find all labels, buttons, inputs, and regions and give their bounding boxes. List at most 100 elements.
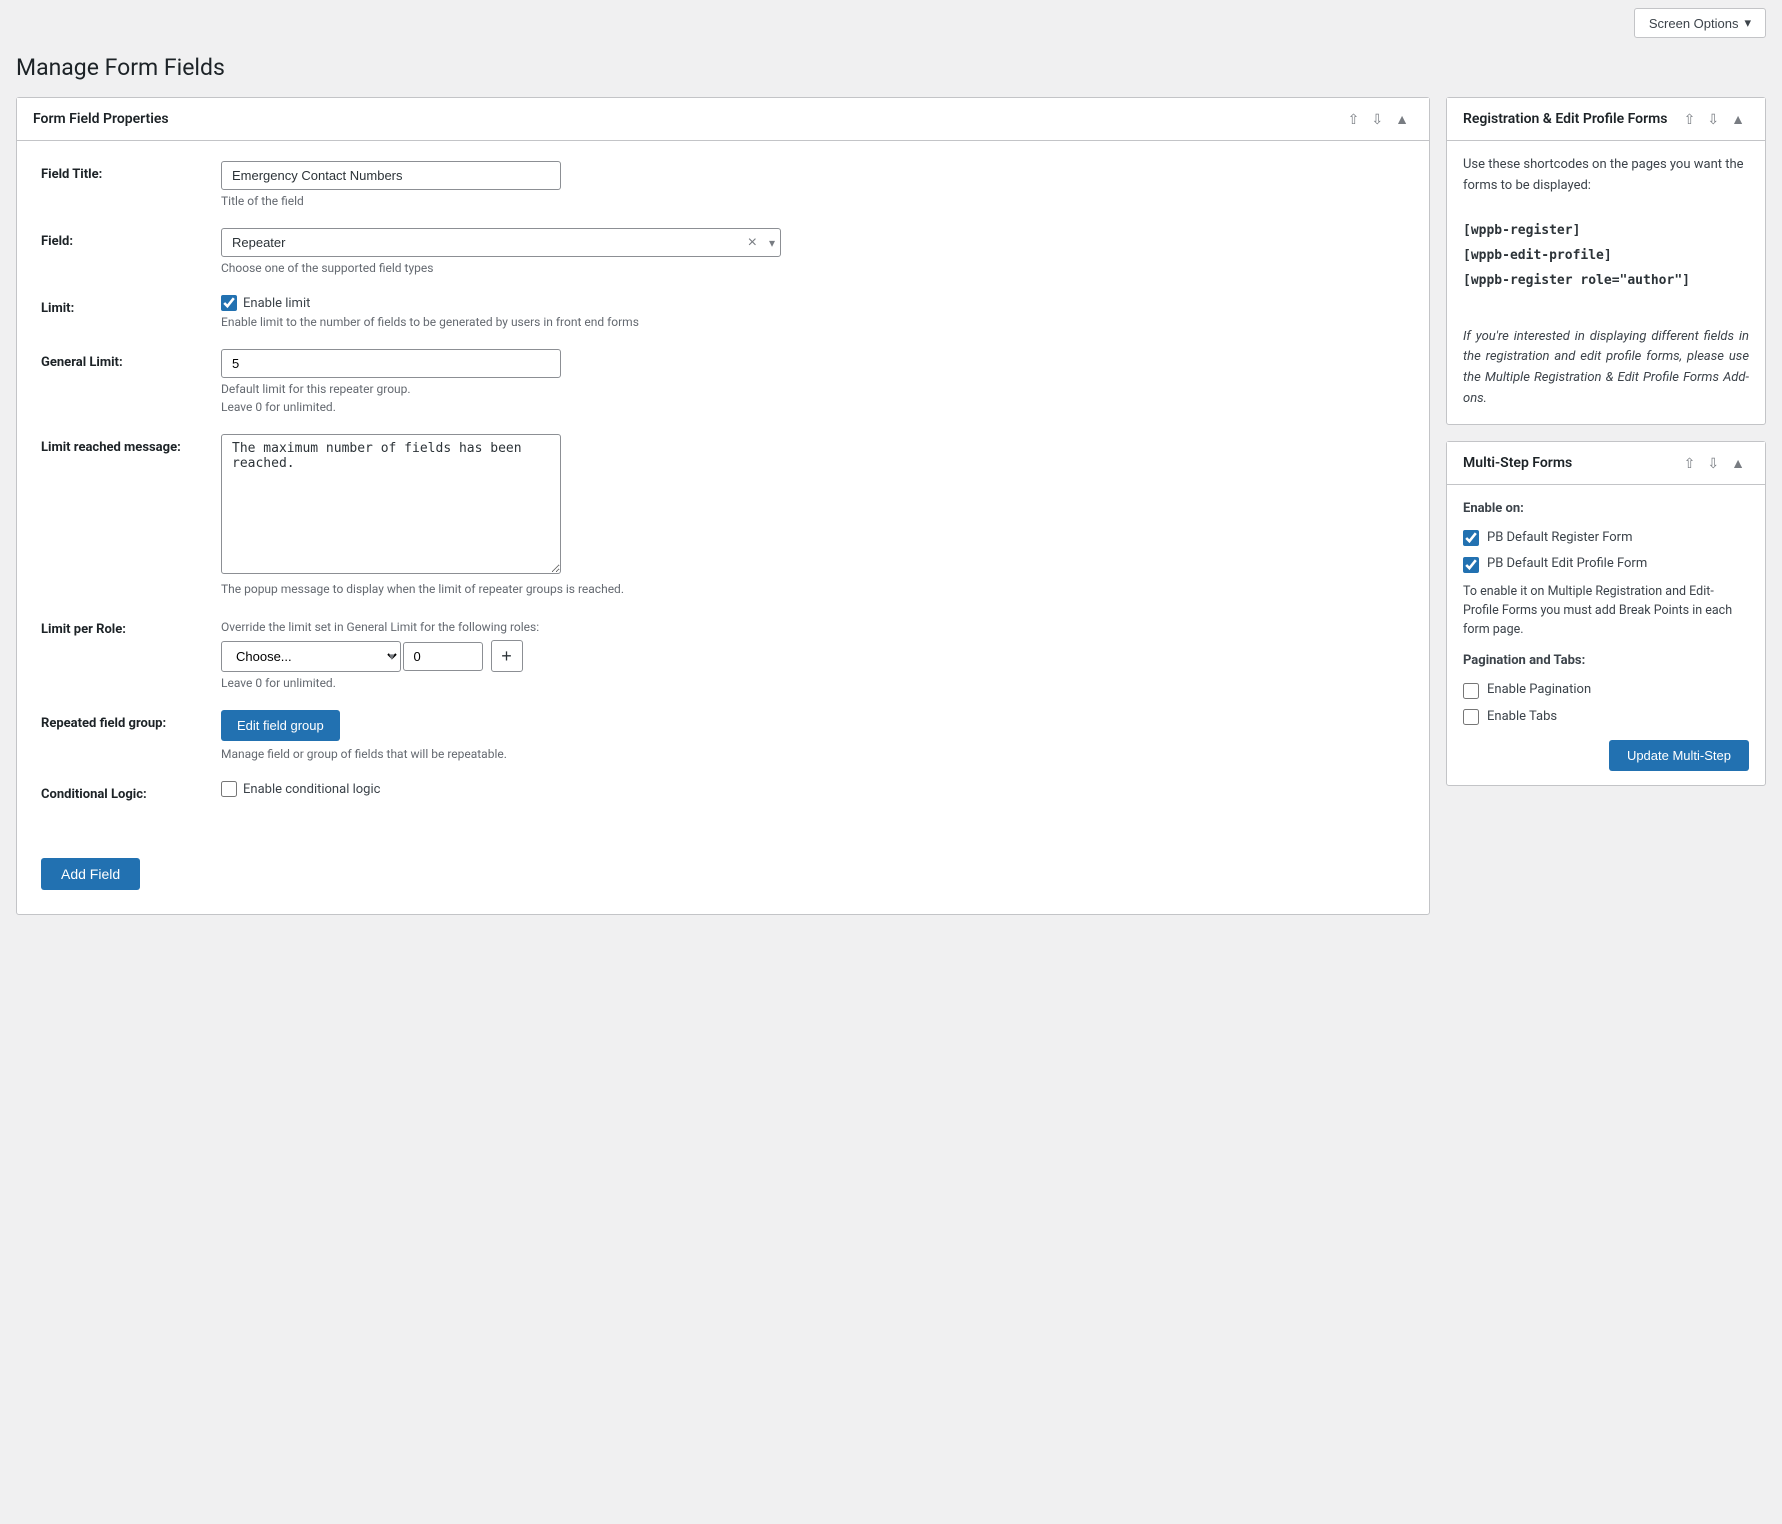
limit-per-role-inputs: Choose... ▾ + [221, 640, 1405, 672]
limit-per-role-field: Override the limit set in General Limit … [221, 616, 1405, 690]
multi-step-header: Multi-Step Forms ⇧ ⇩ ▲ [1447, 442, 1765, 485]
top-bar: Screen Options ▾ [0, 0, 1782, 46]
reg-edit-header: Registration & Edit Profile Forms ⇧ ⇩ ▲ [1447, 98, 1765, 141]
left-panel-title: Form Field Properties [33, 111, 169, 127]
limit-field: Enable limit Enable limit to the number … [221, 295, 1405, 329]
field-select-hint: Choose one of the supported field types [221, 261, 1405, 275]
field-select[interactable]: Repeater [221, 228, 781, 257]
left-panel-down-btn[interactable]: ⇩ [1367, 110, 1387, 128]
add-field-row: Add Field [17, 842, 1429, 914]
limit-per-role-row: Limit per Role: Override the limit set i… [41, 616, 1405, 690]
limit-row: Limit: Enable limit Enable limit to the … [41, 295, 1405, 329]
conditional-logic-checkbox-row: Enable conditional logic [221, 781, 1405, 797]
pb-edit-profile-label: PB Default Edit Profile Form [1487, 554, 1647, 575]
limit-per-role-label: Limit per Role: [41, 616, 221, 637]
field-select-clear[interactable]: × [748, 234, 757, 252]
conditional-logic-row: Conditional Logic: Enable conditional lo… [41, 781, 1405, 802]
reg-edit-collapse-btn[interactable]: ▲ [1727, 110, 1749, 128]
add-field-button[interactable]: Add Field [41, 858, 140, 890]
conditional-logic-checkbox[interactable] [221, 781, 237, 797]
field-title-hint: Title of the field [221, 194, 1405, 208]
repeated-field-group-hint: Manage field or group of fields that wil… [221, 747, 1405, 761]
reg-edit-up-btn[interactable]: ⇧ [1680, 110, 1700, 128]
enable-pagination-row: Enable Pagination [1463, 680, 1749, 701]
screen-options-arrow: ▾ [1744, 15, 1751, 31]
enable-on-label: Enable on: [1463, 499, 1749, 520]
limit-message-hint: The popup message to display when the li… [221, 582, 1405, 596]
page-title: Manage Form Fields [0, 46, 1782, 97]
pb-edit-profile-checkbox[interactable] [1463, 557, 1479, 573]
limit-checkbox[interactable] [221, 295, 237, 311]
multi-step-body: Enable on: PB Default Register Form PB D… [1447, 485, 1765, 785]
general-limit-input[interactable] [221, 349, 561, 378]
limit-per-role-hint2: Leave 0 for unlimited. [221, 676, 1405, 690]
reg-edit-controls: ⇧ ⇩ ▲ [1680, 110, 1749, 128]
left-panel-collapse-btn[interactable]: ▲ [1391, 110, 1413, 128]
limit-checkbox-row: Enable limit [221, 295, 1405, 311]
role-select[interactable]: Choose... [221, 641, 401, 672]
limit-label: Limit: [41, 295, 221, 316]
reg-edit-body2: If you're interested in displaying diffe… [1463, 327, 1749, 410]
edit-field-group-button[interactable]: Edit field group [221, 710, 340, 741]
shortcode1: [wppb-register] [1463, 221, 1749, 242]
limit-per-role-hint1: Override the limit set in General Limit … [221, 620, 1405, 634]
general-limit-row: General Limit: Default limit for this re… [41, 349, 1405, 414]
pagination-label: Pagination and Tabs: [1463, 651, 1749, 672]
general-limit-label: General Limit: [41, 349, 221, 370]
pb-register-label: PB Default Register Form [1487, 528, 1632, 549]
update-multi-step-button[interactable]: Update Multi-Step [1609, 740, 1749, 771]
role-number-input[interactable] [403, 642, 483, 671]
right-panel: Registration & Edit Profile Forms ⇧ ⇩ ▲ … [1446, 97, 1766, 915]
field-title-input[interactable] [221, 161, 561, 190]
enable-pagination-checkbox[interactable] [1463, 683, 1479, 699]
repeated-field-group-label: Repeated field group: [41, 710, 221, 731]
general-limit-field: Default limit for this repeater group. L… [221, 349, 1405, 414]
reg-edit-body1: Use these shortcodes on the pages you wa… [1463, 155, 1749, 197]
reg-edit-body: Use these shortcodes on the pages you wa… [1447, 141, 1765, 424]
main-layout: Form Field Properties ⇧ ⇩ ▲ Field Title:… [0, 97, 1782, 931]
repeated-field-group-row: Repeated field group: Edit field group M… [41, 710, 1405, 761]
general-limit-hint2: Leave 0 for unlimited. [221, 400, 1405, 414]
enable-tabs-checkbox[interactable] [1463, 709, 1479, 725]
left-panel-controls: ⇧ ⇩ ▲ [1344, 110, 1413, 128]
ms-note: To enable it on Multiple Registration an… [1463, 583, 1749, 639]
field-title-label: Field Title: [41, 161, 221, 182]
limit-checkbox-label: Enable limit [243, 296, 310, 311]
shortcode3: [wppb-register role="author"] [1463, 271, 1749, 292]
multi-step-collapse-btn[interactable]: ▲ [1727, 454, 1749, 472]
shortcode2: [wppb-edit-profile] [1463, 246, 1749, 267]
left-panel: Form Field Properties ⇧ ⇩ ▲ Field Title:… [16, 97, 1430, 915]
multi-step-card: Multi-Step Forms ⇧ ⇩ ▲ Enable on: PB Def… [1446, 441, 1766, 786]
multi-step-controls: ⇧ ⇩ ▲ [1680, 454, 1749, 472]
conditional-logic-field: Enable conditional logic [221, 781, 1405, 801]
enable-tabs-row: Enable Tabs [1463, 707, 1749, 728]
limit-message-textarea[interactable]: The maximum number of fields has been re… [221, 434, 561, 574]
enable-tabs-label: Enable Tabs [1487, 707, 1557, 728]
enable-pagination-label: Enable Pagination [1487, 680, 1591, 701]
field-select-wrapper: Repeater × ▾ [221, 228, 781, 257]
field-select-field: Repeater × ▾ Choose one of the supported… [221, 228, 1405, 275]
limit-hint: Enable limit to the number of fields to … [221, 315, 1405, 329]
pb-register-row: PB Default Register Form [1463, 528, 1749, 549]
left-panel-header: Form Field Properties ⇧ ⇩ ▲ [17, 98, 1429, 141]
add-role-button[interactable]: + [491, 640, 523, 672]
general-limit-hint1: Default limit for this repeater group. [221, 382, 1405, 396]
field-row: Field: Repeater × ▾ Choose one of the su… [41, 228, 1405, 275]
pb-register-checkbox[interactable] [1463, 530, 1479, 546]
limit-message-label: Limit reached message: [41, 434, 221, 455]
screen-options-button[interactable]: Screen Options ▾ [1634, 8, 1766, 38]
left-panel-up-btn[interactable]: ⇧ [1344, 110, 1364, 128]
reg-edit-card: Registration & Edit Profile Forms ⇧ ⇩ ▲ … [1446, 97, 1766, 425]
field-label: Field: [41, 228, 221, 249]
repeated-field-group-field: Edit field group Manage field or group o… [221, 710, 1405, 761]
reg-edit-title: Registration & Edit Profile Forms [1463, 111, 1667, 127]
field-title-field: Title of the field [221, 161, 1405, 208]
limit-message-row: Limit reached message: The maximum numbe… [41, 434, 1405, 596]
conditional-logic-label: Conditional Logic: [41, 781, 221, 802]
multi-step-down-btn[interactable]: ⇩ [1703, 454, 1723, 472]
pb-edit-profile-row: PB Default Edit Profile Form [1463, 554, 1749, 575]
multi-step-title: Multi-Step Forms [1463, 455, 1572, 471]
reg-edit-down-btn[interactable]: ⇩ [1703, 110, 1723, 128]
field-title-row: Field Title: Title of the field [41, 161, 1405, 208]
multi-step-up-btn[interactable]: ⇧ [1680, 454, 1700, 472]
